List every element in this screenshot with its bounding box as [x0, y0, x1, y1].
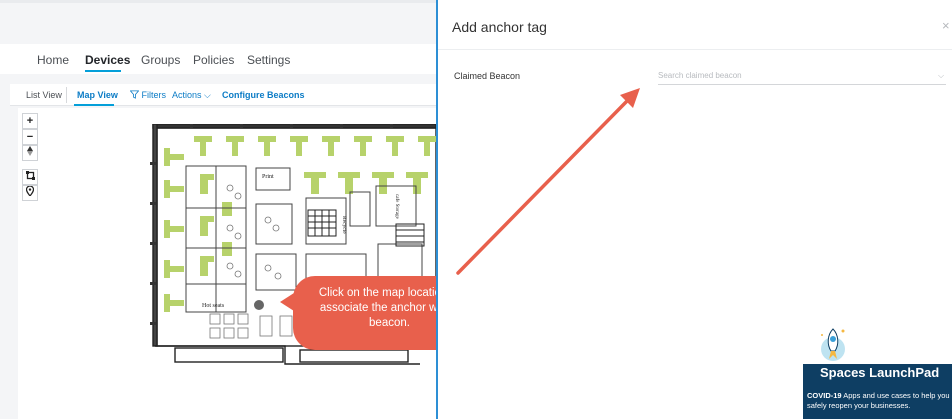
tab-home[interactable]: Home: [37, 53, 69, 67]
panel-title: Add anchor tag: [452, 19, 547, 35]
actions-menu[interactable]: Actions ⌵: [172, 90, 211, 101]
label-print: Print: [262, 174, 274, 180]
zoom-out-button[interactable]: −: [22, 129, 38, 145]
map-view-button[interactable]: Map View: [77, 90, 118, 100]
filters-label: Filters: [141, 90, 167, 100]
configure-beacons-button[interactable]: Configure Beacons: [222, 90, 305, 100]
zoom-in-button[interactable]: +: [22, 113, 38, 129]
launchpad-widget[interactable]: Spaces LaunchPad COVID-19 Apps and use c…: [803, 323, 952, 419]
active-tab-indicator: [85, 70, 121, 72]
devices-area: Home Devices Groups Policies Settings Li…: [0, 0, 436, 419]
label-recycle: Recycle: [341, 216, 347, 234]
label-cafe: cafe Storage: [394, 194, 399, 220]
claimed-beacon-search-input[interactable]: [658, 67, 946, 85]
list-view-button[interactable]: List View: [26, 90, 62, 100]
tab-settings[interactable]: Settings: [247, 53, 290, 67]
tab-devices[interactable]: Devices: [85, 53, 130, 67]
claimed-beacon-label: Claimed Beacon: [454, 71, 521, 81]
label-hot-seats: Hot seats: [202, 303, 225, 309]
launchpad-title: Spaces LaunchPad: [820, 365, 940, 380]
toolbar-divider: [66, 87, 67, 103]
filter-icon: [129, 90, 140, 99]
top-strip: [0, 0, 436, 3]
actions-label: Actions: [172, 90, 202, 100]
filters-button[interactable]: Filters: [129, 90, 167, 100]
tab-groups[interactable]: Groups: [141, 53, 180, 67]
close-icon[interactable]: ×: [942, 18, 950, 33]
rocket-icon: [821, 328, 845, 361]
panel-divider: [438, 49, 952, 50]
map-location-marker[interactable]: [254, 300, 264, 310]
launchpad-description: COVID-19 Apps and use cases to help you …: [807, 391, 950, 410]
chevron-down-icon[interactable]: ⌵: [938, 71, 944, 81]
chevron-down-icon: ⌵: [204, 90, 211, 100]
tab-policies[interactable]: Policies: [193, 53, 234, 67]
compass-icon[interactable]: [22, 145, 38, 161]
rectangle-draw-icon[interactable]: [22, 169, 38, 185]
app-window: Home Devices Groups Policies Settings Li…: [0, 0, 952, 419]
active-view-indicator: [74, 104, 114, 106]
tooltip-pointer: [280, 293, 294, 311]
location-pin-icon[interactable]: [22, 185, 38, 201]
